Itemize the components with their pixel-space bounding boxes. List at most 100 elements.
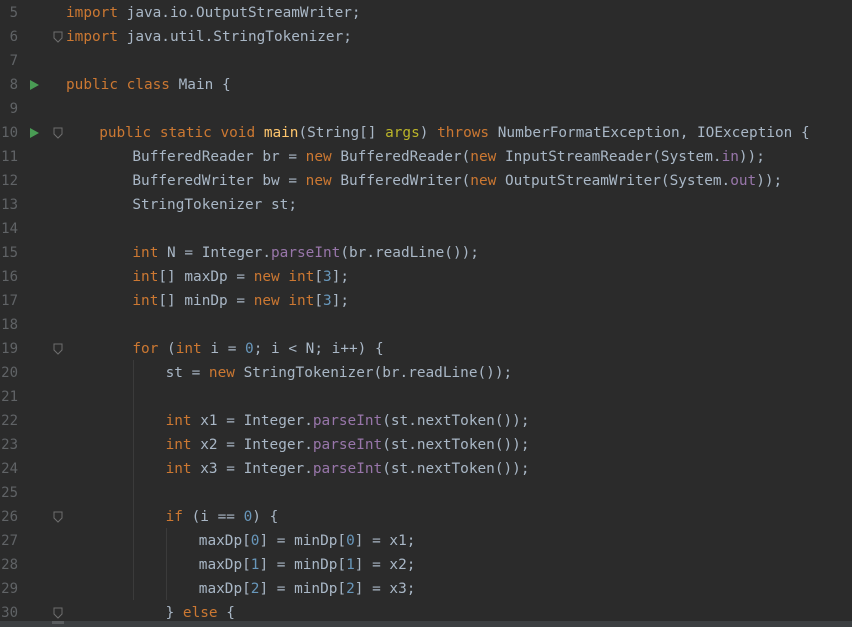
code-line[interactable]: 5 import java.io.OutputStreamWriter; [0, 1, 852, 25]
code-token: parseInt [312, 437, 383, 453]
code-token: for [132, 341, 168, 357]
code-line[interactable]: 10 public static void main(String[] args)… [0, 121, 852, 145]
code-line[interactable]: 21 [0, 385, 852, 409]
code-token: ] = minDp[ [259, 581, 347, 597]
horizontal-scrollbar[interactable] [0, 621, 852, 627]
code-token: BufferedReader( [340, 149, 471, 165]
code-text: if (i == 0) { [166, 505, 279, 529]
code-line[interactable]: 8 public class Main { [0, 73, 852, 97]
code-text: BufferedReader br = new BufferedReader(n… [132, 145, 765, 169]
code-token: (br.readLine()); [340, 245, 479, 261]
code-token: int [175, 341, 211, 357]
code-text: for (int i = 0; i < N; i++) { [132, 337, 383, 361]
code-token: ) [419, 125, 438, 141]
code-token: throws [437, 125, 498, 141]
fold-marker-icon[interactable] [53, 607, 63, 619]
code-line[interactable]: 16 int[] maxDp = new int[3]; [0, 265, 852, 289]
code-token: } [165, 605, 183, 621]
code-line[interactable]: 15 int N = Integer.parseInt(br.readLine()… [0, 241, 852, 265]
code-token: )); [756, 173, 783, 189]
line-number: 24 [1, 461, 18, 477]
code-text: import java.util.StringTokenizer; [66, 25, 352, 49]
code-line[interactable]: 13 StringTokenizer st; [0, 193, 852, 217]
code-line[interactable]: 9 [0, 97, 852, 121]
code-token: i = [210, 341, 246, 357]
code-token: new [470, 173, 505, 189]
code-line[interactable]: 30} else { [0, 601, 852, 621]
code-token: )); [738, 149, 765, 165]
fold-marker-icon[interactable] [53, 343, 63, 355]
code-line[interactable]: 7 [0, 49, 852, 73]
code-token: { [226, 605, 235, 621]
code-token: BufferedWriter bw = [132, 173, 306, 189]
code-line[interactable]: 29 maxDp[2] = minDp[2] = x3; [0, 577, 852, 601]
code-line[interactable]: 19 for (int i = 0; i < N; i++) { [0, 337, 852, 361]
line-number: 6 [9, 29, 18, 45]
code-line[interactable]: 25 [0, 481, 852, 505]
run-gutter-icon[interactable] [30, 80, 39, 90]
code-line[interactable]: 18 [0, 313, 852, 337]
code-line[interactable]: 22 int x1 = Integer.parseInt(st.nextToken… [0, 409, 852, 433]
line-number: 19 [1, 341, 18, 357]
code-token: else [182, 605, 227, 621]
code-text: import java.io.OutputStreamWriter; [66, 1, 361, 25]
code-token: java.util.StringTokenizer; [126, 29, 352, 45]
code-token: BufferedReader br = [132, 149, 306, 165]
line-number: 17 [1, 293, 18, 309]
line-number: 14 [1, 221, 18, 237]
code-text: int[] maxDp = new int[3]; [132, 265, 349, 289]
code-token: Main { [178, 77, 231, 93]
code-token: ) { [252, 509, 279, 525]
code-token: x2 = Integer. [200, 437, 313, 453]
code-token: int [165, 461, 201, 477]
fold-marker-icon[interactable] [53, 511, 63, 523]
code-token: main [263, 125, 299, 141]
code-token: args [385, 125, 420, 141]
code-line[interactable]: 17 int[] minDp = new int[3]; [0, 289, 852, 313]
code-text: StringTokenizer st; [132, 193, 297, 217]
code-text: maxDp[2] = minDp[2] = x3; [199, 577, 416, 601]
code-token: [ [314, 269, 324, 285]
code-token: import [66, 29, 127, 45]
code-token: StringTokenizer(br.readLine()); [243, 365, 513, 381]
line-number: 23 [1, 437, 18, 453]
code-line[interactable]: 14 [0, 217, 852, 241]
code-line[interactable]: 23 int x2 = Integer.parseInt(st.nextToken… [0, 433, 852, 457]
code-token: new int [253, 293, 315, 309]
code-token: maxDp[ [198, 557, 251, 573]
code-token: ] = minDp[ [259, 533, 347, 549]
code-token: (st.nextToken()); [382, 461, 530, 477]
code-token: ] = minDp[ [259, 557, 347, 573]
fold-marker-icon[interactable] [53, 127, 63, 139]
code-text: int x3 = Integer.parseInt(st.nextToken()… [166, 457, 530, 481]
code-token: 0 [245, 341, 254, 357]
code-token: BufferedWriter( [340, 173, 471, 189]
code-token: N = Integer. [167, 245, 272, 261]
code-token: OutputStreamWriter(System. [504, 173, 731, 189]
code-line[interactable]: 20 st = new StringTokenizer(br.readLine()… [0, 361, 852, 385]
line-number: 5 [9, 5, 18, 21]
fold-marker-icon[interactable] [53, 31, 63, 43]
code-token: (i == [191, 509, 244, 525]
scrollbar-thumb[interactable] [52, 621, 64, 624]
code-text: st = new StringTokenizer(br.readLine()); [166, 361, 513, 385]
code-editor[interactable]: 5 import java.io.OutputStreamWriter; 6 impo… [0, 0, 852, 621]
code-token: parseInt [312, 461, 383, 477]
code-token: out [730, 173, 757, 189]
code-text: int x2 = Integer.parseInt(st.nextToken()… [166, 433, 530, 457]
code-token: maxDp[ [198, 533, 251, 549]
code-line[interactable]: 28 maxDp[1] = minDp[1] = x2; [0, 553, 852, 577]
run-gutter-icon[interactable] [30, 128, 39, 138]
code-text: int[] minDp = new int[3]; [132, 289, 349, 313]
code-line[interactable]: 12 BufferedWriter bw = new BufferedWriter… [0, 169, 852, 193]
line-number: 26 [1, 509, 18, 525]
code-token: 1 [346, 557, 355, 573]
code-line[interactable]: 24 int x3 = Integer.parseInt(st.nextToken… [0, 457, 852, 481]
code-line[interactable]: 27 maxDp[0] = minDp[0] = x1; [0, 529, 852, 553]
code-line[interactable]: 6 import java.util.StringTokenizer; [0, 25, 852, 49]
code-token: InputStreamReader(System. [504, 149, 722, 165]
code-line[interactable]: 11 BufferedReader br = new BufferedReader… [0, 145, 852, 169]
code-token: 0 [243, 509, 253, 525]
code-line[interactable]: 26 if (i == 0) { [0, 505, 852, 529]
line-number: 8 [9, 77, 18, 93]
